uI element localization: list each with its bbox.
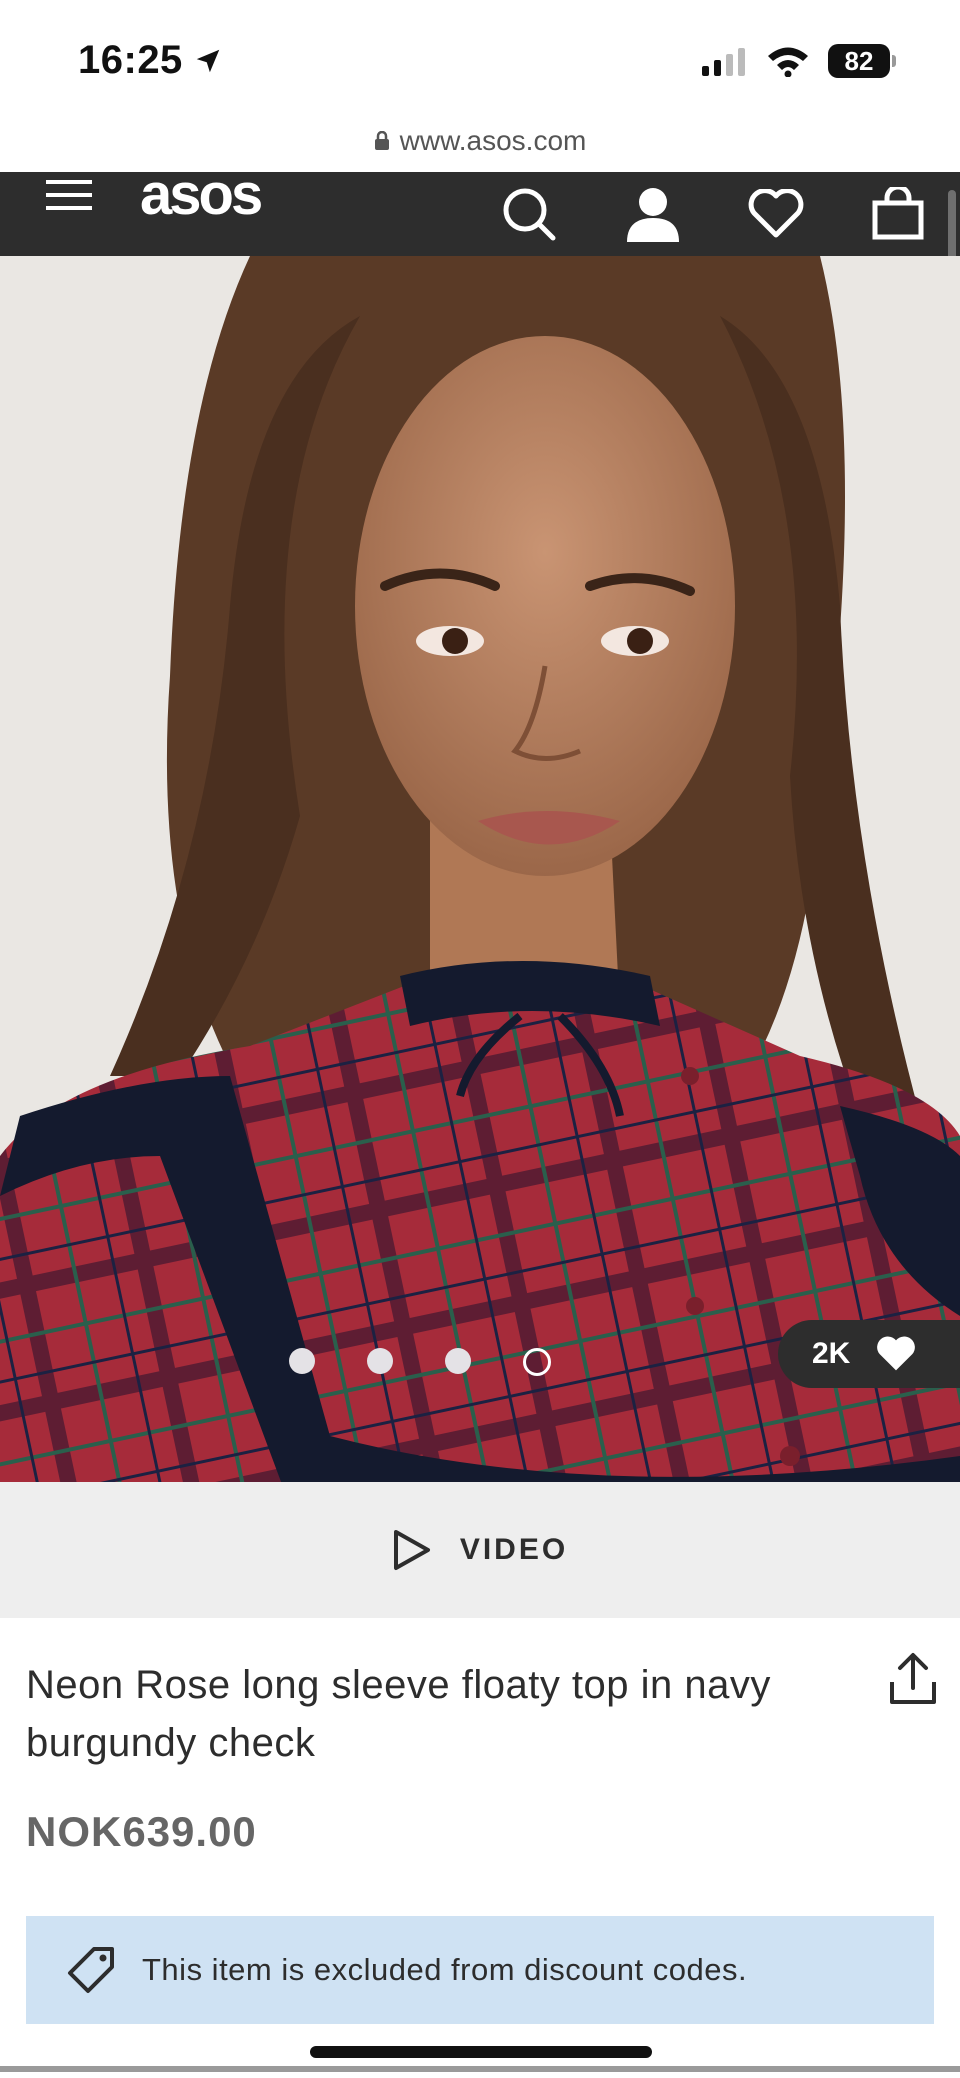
gallery-pagination	[0, 1348, 900, 1376]
gallery-dot-4[interactable]	[523, 1348, 551, 1376]
gallery-dot-1[interactable]	[289, 1348, 315, 1374]
status-icons: 82	[700, 44, 896, 78]
product-price: NOK639.00	[26, 1808, 257, 1855]
bag-button[interactable]	[862, 172, 934, 256]
url-text: www.asos.com	[399, 125, 587, 156]
status-bar: 16:25 82	[0, 0, 960, 130]
gallery-dot-2[interactable]	[367, 1348, 393, 1374]
play-icon	[393, 1530, 430, 1570]
search-button[interactable]	[494, 172, 564, 256]
hamburger-menu-icon	[46, 180, 92, 210]
save-count-button[interactable]: 2K	[778, 1320, 960, 1388]
status-time-text: 16:25	[78, 38, 183, 82]
account-button[interactable]	[618, 172, 688, 256]
account-icon	[627, 188, 679, 242]
product-photo	[0, 256, 960, 1482]
share-icon	[890, 1653, 936, 1704]
shopping-bag-icon	[872, 187, 924, 240]
heart-outline-icon	[748, 189, 804, 238]
product-title: Neon Rose long sleeve floaty top in navy…	[26, 1663, 771, 1765]
asos-logo[interactable]: asos	[140, 162, 263, 256]
heart-filled-icon	[877, 1336, 916, 1371]
status-time: 16:25	[78, 38, 223, 83]
search-icon	[503, 188, 556, 241]
video-button[interactable]: VIDEO	[0, 1482, 960, 1618]
bottom-divider	[0, 2066, 960, 2072]
saved-items-button[interactable]	[740, 172, 812, 256]
discount-notice-text: This item is excluded from discount code…	[142, 1952, 748, 1987]
battery-indicator: 82	[828, 44, 896, 78]
wifi-icon	[768, 47, 808, 77]
logo-text: asos	[140, 162, 263, 227]
gallery-dot-3[interactable]	[445, 1348, 471, 1374]
lock-icon	[374, 131, 389, 150]
site-header: asos	[0, 162, 960, 256]
browser-url-bar[interactable]: www.asos.com	[0, 118, 960, 164]
price-tag-icon	[68, 1947, 114, 1993]
home-indicator	[310, 2046, 652, 2058]
location-arrow-icon	[196, 49, 220, 72]
discount-exclusion-notice: This item is excluded from discount code…	[26, 1916, 934, 2024]
product-image-gallery[interactable]	[0, 256, 960, 1482]
battery-level: 82	[844, 45, 874, 76]
menu-button[interactable]	[34, 172, 106, 256]
video-label: VIDEO	[459, 1533, 569, 1566]
save-count: 2K	[812, 1337, 851, 1370]
signal-icon	[702, 48, 745, 76]
share-button[interactable]	[888, 1652, 938, 1711]
